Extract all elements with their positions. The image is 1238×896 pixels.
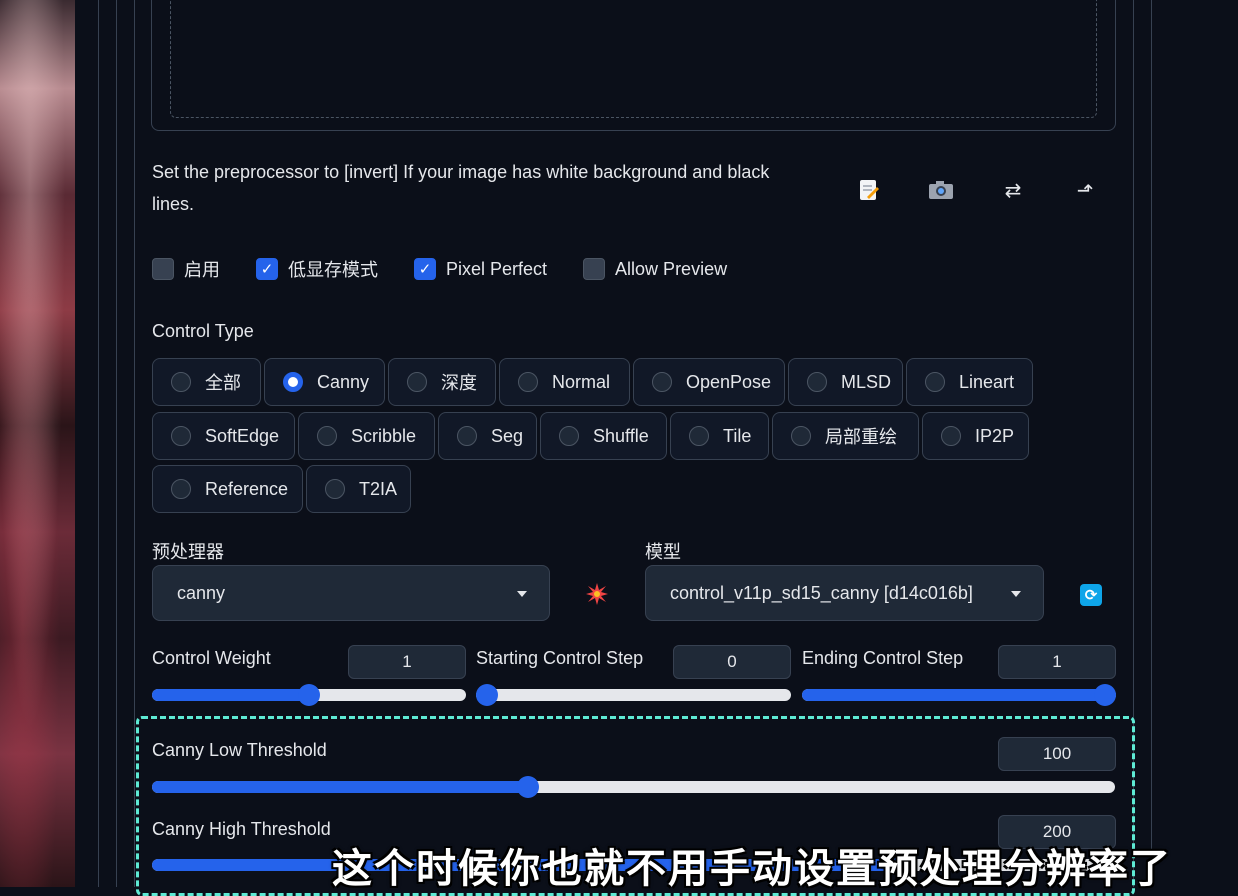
radio-dot [407, 372, 427, 392]
slider-fill [152, 781, 528, 793]
slider-thumb[interactable] [298, 684, 320, 706]
model-label: 模型 [645, 542, 681, 562]
radio-softedge[interactable]: SoftEdge [152, 412, 295, 460]
ending-step-slider[interactable] [802, 684, 1116, 706]
radio-scribble[interactable]: Scribble [298, 412, 435, 460]
radio-tile[interactable]: Tile [670, 412, 769, 460]
slider-fill [802, 689, 1116, 701]
radio-dot [171, 426, 191, 446]
radio-inpaint[interactable]: 局部重绘 [772, 412, 919, 460]
radio-dot [652, 372, 672, 392]
radio-dot [283, 372, 303, 392]
slider-fill [152, 689, 309, 701]
radio-dot [689, 426, 709, 446]
radio-openpose[interactable]: OpenPose [633, 358, 785, 406]
image-drop-zone[interactable] [170, 0, 1097, 118]
toolbar: ⇄ ⬏ [855, 176, 1099, 204]
slider-thumb[interactable] [516, 776, 539, 798]
radio-dot [518, 372, 538, 392]
control-weight-label: Control Weight [152, 648, 271, 668]
radio-dot [171, 372, 191, 392]
background-artwork [0, 0, 75, 887]
options-row: 启用 ✓ 低显存模式 ✓ Pixel Perfect Allow Preview [152, 256, 763, 282]
control-type-label: Control Type [152, 321, 254, 341]
radio-dot [171, 479, 191, 499]
preprocessor-select[interactable]: canny [152, 565, 550, 621]
canny-low-input[interactable]: 100 [998, 737, 1116, 771]
radio-dot [941, 426, 961, 446]
radio-normal[interactable]: Normal [499, 358, 630, 406]
swap-icon[interactable]: ⇄ [999, 176, 1027, 204]
radio-depth[interactable]: 深度 [388, 358, 496, 406]
radio-dot [791, 426, 811, 446]
chevron-down-icon [1011, 591, 1021, 597]
run-preprocessor-icon[interactable] [586, 583, 608, 605]
edit-icon[interactable] [855, 176, 883, 204]
enable-checkbox[interactable]: 启用 [152, 256, 220, 282]
checkbox-box[interactable]: ✓ [414, 258, 436, 280]
checkbox-box[interactable]: ✓ [256, 258, 278, 280]
radio-ip2p[interactable]: IP2P [922, 412, 1029, 460]
chevron-down-icon [517, 591, 527, 597]
ending-step-label: Ending Control Step [802, 648, 964, 668]
image-upload-area[interactable] [151, 0, 1116, 131]
slider-thumb[interactable] [476, 684, 498, 706]
checkbox-box[interactable] [583, 258, 606, 280]
camera-icon[interactable] [927, 176, 955, 204]
radio-t2ia[interactable]: T2IA [306, 465, 411, 513]
low-vram-checkbox[interactable]: ✓ 低显存模式 [256, 256, 378, 282]
refresh-icon[interactable]: ⟳ [1080, 584, 1102, 606]
radio-dot [807, 372, 827, 392]
radio-seg[interactable]: Seg [438, 412, 537, 460]
radio-reference[interactable]: Reference [152, 465, 303, 513]
canny-high-label: Canny High Threshold [152, 819, 331, 839]
control-weight-slider[interactable] [152, 684, 466, 706]
radio-dot [457, 426, 477, 446]
radio-dot [317, 426, 337, 446]
radio-dot [325, 479, 345, 499]
radio-dot [925, 372, 945, 392]
radio-dot [559, 426, 579, 446]
starting-step-input[interactable]: 0 [673, 645, 791, 679]
radio-all[interactable]: 全部 [152, 358, 261, 406]
model-select[interactable]: control_v11p_sd15_canny [d14c016b] [645, 565, 1044, 621]
radio-mlsd[interactable]: MLSD [788, 358, 903, 406]
checkbox-box[interactable] [152, 258, 174, 280]
radio-lineart[interactable]: Lineart [906, 358, 1033, 406]
invert-note: Set the preprocessor to [invert] If your… [152, 162, 770, 214]
pixel-perfect-checkbox[interactable]: ✓ Pixel Perfect [414, 258, 547, 280]
allow-preview-checkbox[interactable]: Allow Preview [583, 258, 727, 280]
canny-low-label: Canny Low Threshold [152, 740, 327, 760]
video-subtitle: 这个时候你也就不用手动设置预处理分辨率了 [332, 847, 1172, 891]
preprocessor-label: 预处理器 [152, 542, 224, 562]
control-weight-input[interactable]: 1 [348, 645, 466, 679]
radio-canny[interactable]: Canny [264, 358, 385, 406]
starting-step-label: Starting Control Step [476, 648, 644, 668]
canny-low-slider[interactable] [152, 776, 1115, 798]
ending-step-input[interactable]: 1 [998, 645, 1116, 679]
send-icon[interactable]: ⬏ [1071, 176, 1099, 204]
radio-shuffle[interactable]: Shuffle [540, 412, 667, 460]
starting-step-slider[interactable] [476, 684, 791, 706]
slider-thumb[interactable] [1094, 684, 1116, 706]
